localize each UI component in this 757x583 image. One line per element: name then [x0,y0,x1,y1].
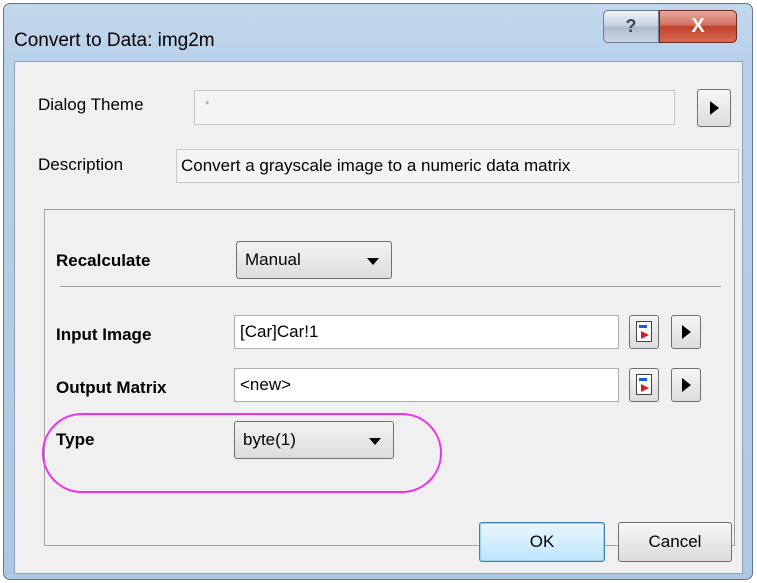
window-title: Convert to Data: img2m [14,30,215,51]
group-divider [60,286,721,287]
recalculate-value: Manual [245,250,301,269]
help-icon: ? [625,16,637,36]
recalculate-dropdown[interactable]: Manual [236,241,392,279]
recalculate-label: Recalculate [56,251,151,270]
close-icon: X [691,15,705,37]
dialog-body: Dialog Theme * Description Convert a gra… [14,61,743,574]
description-field: Convert a grayscale image to a numeric d… [176,149,739,183]
arrow-right-icon [681,378,691,392]
output-matrix-label: Output Matrix [56,378,167,397]
output-matrix-pick-button[interactable] [629,368,659,402]
arrow-right-icon [709,101,719,115]
cancel-button[interactable]: Cancel [618,522,732,562]
pick-object-icon [636,321,652,342]
output-matrix-field[interactable]: <new> [234,368,619,402]
type-highlight-annotation [42,413,442,493]
help-button[interactable]: ? [603,10,659,43]
dialog-theme-label: Dialog Theme [38,95,144,114]
dropdown-arrow-icon [367,258,379,265]
output-matrix-menu-button[interactable] [671,368,701,402]
arrow-right-icon [681,325,691,339]
input-image-label: Input Image [56,325,152,344]
ok-button[interactable]: OK [479,522,605,562]
close-button[interactable]: X [659,10,737,43]
pick-object-icon [636,374,652,395]
description-label: Description [38,155,124,174]
dialog-theme-field[interactable]: * [194,90,675,125]
dialog-window: Convert to Data: img2m ? X Dialog Theme … [3,3,753,580]
input-image-field[interactable]: [Car]Car!1 [234,315,619,349]
input-image-menu-button[interactable] [671,315,701,349]
theme-menu-button[interactable] [697,89,731,127]
input-image-pick-button[interactable] [629,315,659,349]
